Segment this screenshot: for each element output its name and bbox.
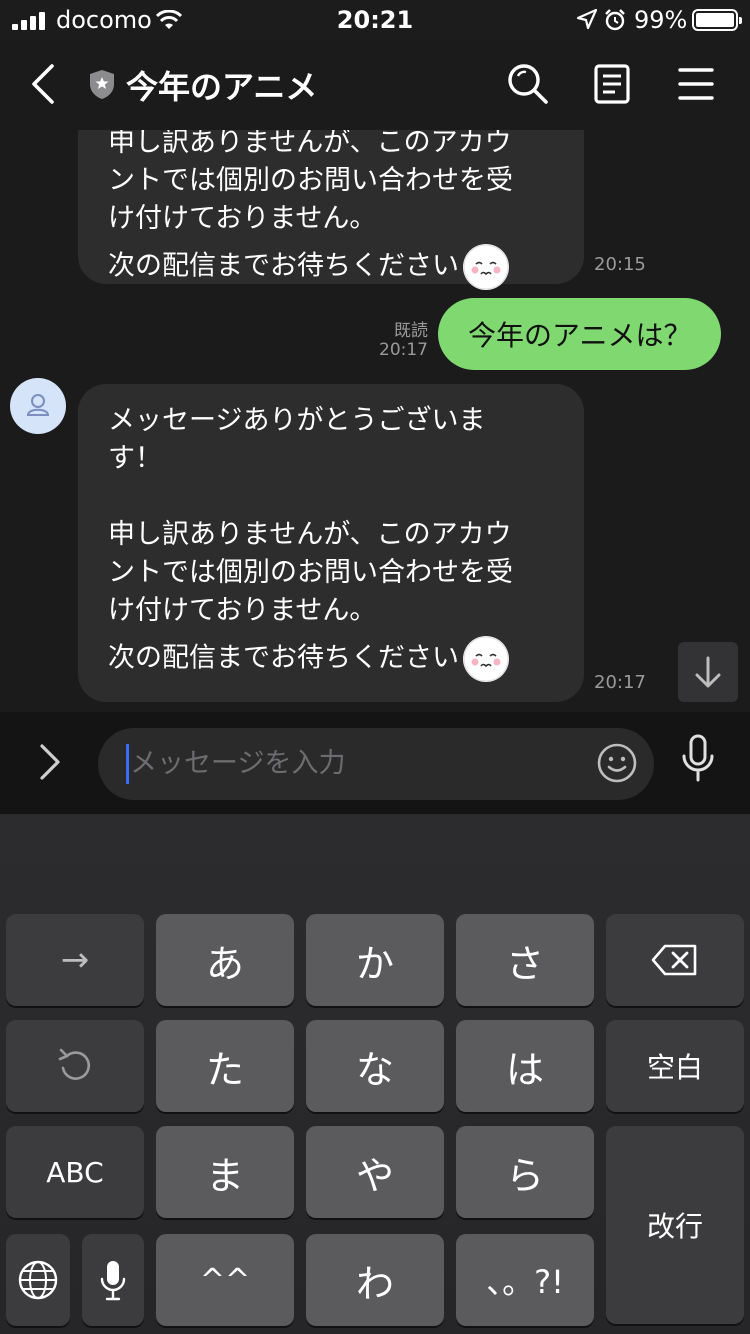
- key-ta[interactable]: た: [156, 1020, 294, 1112]
- message-line: [108, 478, 554, 516]
- undo-key[interactable]: [6, 1020, 144, 1112]
- message-timestamp: 20:17: [594, 672, 646, 693]
- globe-icon: [18, 1260, 58, 1300]
- message-line: 申し訳ありませんが、このアカウ: [108, 519, 512, 550]
- key-ha[interactable]: は: [456, 1020, 594, 1112]
- received-message-bubble[interactable]: メッセージありがとうございま す！ 申し訳ありませんが、このアカウ ントでは個別…: [78, 384, 584, 702]
- key-sa[interactable]: さ: [456, 914, 594, 1006]
- microphone-icon[interactable]: [680, 734, 716, 784]
- alarm-icon: [605, 9, 625, 31]
- key-ya[interactable]: や: [306, 1126, 444, 1218]
- key-ra[interactable]: ら: [456, 1126, 594, 1218]
- message-field[interactable]: [98, 728, 654, 800]
- key-next-candidate[interactable]: →: [6, 914, 144, 1006]
- received-message-bubble[interactable]: 申し訳ありませんが、このアカウ ントでは個別のお問い合わせを受 け付けておりませ…: [78, 130, 584, 290]
- key-a[interactable]: あ: [156, 914, 294, 1006]
- shield-icon: [90, 70, 114, 99]
- delete-key[interactable]: [606, 914, 744, 1006]
- message-line: メッセージありがとうございま: [108, 405, 486, 436]
- sticker-emoji-icon: [463, 636, 509, 682]
- notes-icon[interactable]: [590, 62, 634, 106]
- punctuation-key[interactable]: 、。?!: [456, 1234, 594, 1326]
- keyboard: → あ か さ た な は 空白 ABC ま や ら 改行 ^^ わ 、。?!: [0, 814, 750, 1334]
- key-wa[interactable]: わ: [306, 1234, 444, 1326]
- key-ma[interactable]: ま: [156, 1126, 294, 1218]
- chevron-right-icon[interactable]: [36, 740, 64, 784]
- microphone-icon: [100, 1261, 126, 1301]
- dictation-key[interactable]: [82, 1234, 144, 1326]
- message-timestamp: 20:17: [379, 340, 428, 360]
- chat-history[interactable]: 申し訳ありませんが、このアカウ ントでは個別のお問い合わせを受 け付けておりませ…: [0, 130, 750, 712]
- message-line: 申し訳ありませんが、このアカウ: [108, 130, 512, 158]
- key-na[interactable]: な: [306, 1020, 444, 1112]
- return-key[interactable]: 改行: [606, 1126, 744, 1324]
- battery-percent: 99%: [634, 6, 688, 34]
- avatar[interactable]: [10, 378, 66, 434]
- back-arrow-icon[interactable]: [26, 62, 62, 106]
- read-receipt: 既読: [394, 321, 428, 341]
- undo-icon: [58, 1048, 91, 1080]
- message-line: す！: [108, 443, 162, 474]
- message-timestamp: 20:15: [594, 254, 646, 275]
- sent-message-bubble[interactable]: 今年のアニメは？: [438, 298, 722, 370]
- backspace-icon: [651, 944, 697, 976]
- space-key[interactable]: 空白: [606, 1020, 744, 1112]
- abc-key[interactable]: ABC: [6, 1126, 144, 1218]
- message-line: け付けておりません。: [108, 203, 377, 234]
- person-icon: [26, 394, 50, 416]
- search-icon[interactable]: [506, 62, 550, 106]
- chat-title: 今年のアニメ: [126, 68, 318, 106]
- message-line: ントでは個別のお問い合わせを受: [108, 557, 513, 588]
- battery-icon: [692, 9, 742, 31]
- emoticon-key[interactable]: ^^: [156, 1234, 294, 1326]
- globe-key[interactable]: [6, 1234, 70, 1326]
- message-line: 次の配信までお待ちください: [108, 250, 459, 282]
- message-input[interactable]: [130, 740, 580, 786]
- text-caret: [126, 744, 129, 784]
- emoji-icon[interactable]: [596, 742, 638, 784]
- message-line: 次の配信までお待ちください: [108, 642, 459, 674]
- scroll-to-bottom-button[interactable]: [678, 642, 738, 702]
- location-icon: [576, 8, 598, 30]
- message-line: ントでは個別のお問い合わせを受: [108, 165, 513, 196]
- chat-header: 今年のアニメ: [0, 40, 750, 130]
- menu-icon[interactable]: [674, 62, 718, 106]
- message-input-bar: [0, 712, 750, 814]
- message-line: け付けておりません。: [108, 595, 377, 626]
- sticker-emoji-icon: [463, 244, 509, 290]
- arrow-down-icon: [695, 656, 721, 688]
- status-bar: docomo 20:21 99%: [0, 0, 750, 40]
- key-ka[interactable]: か: [306, 914, 444, 1006]
